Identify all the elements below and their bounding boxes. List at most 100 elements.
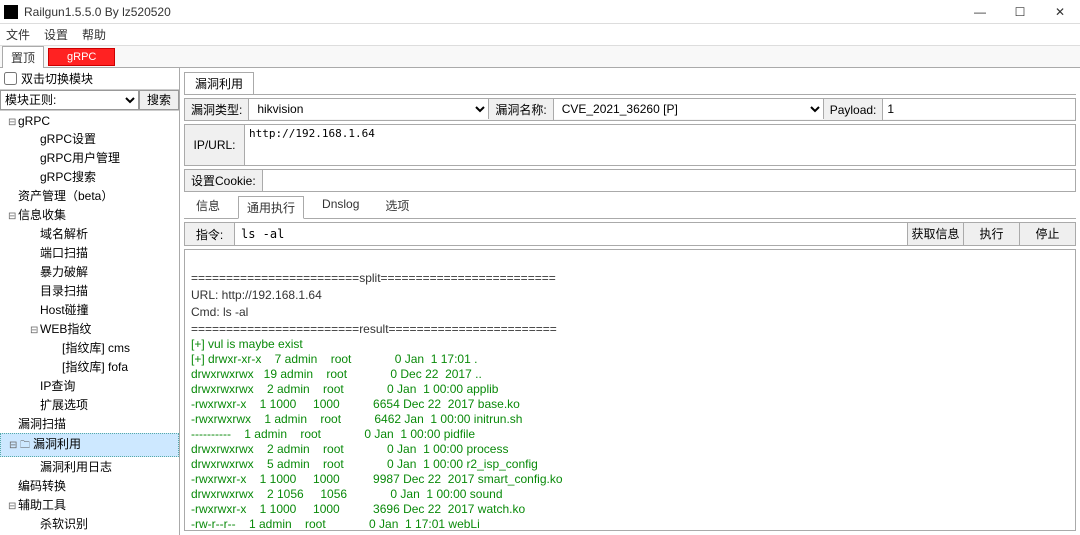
tree-node-label: 目录扫描	[40, 284, 88, 298]
expander-icon[interactable]: ⊟	[8, 211, 18, 222]
tabbar: 置顶 gRPC	[0, 46, 1080, 68]
ipurl-label: IP/URL:	[185, 125, 245, 165]
tree-node-18[interactable]: 漏洞利用日志	[0, 457, 179, 476]
expander-icon[interactable]: ⊟	[9, 440, 19, 451]
tree-node-2[interactable]: gRPC用户管理	[0, 148, 179, 167]
tree-node-12[interactable]: [指纹库] cms	[0, 338, 179, 357]
command-input[interactable]	[235, 223, 907, 245]
stop-button[interactable]: 停止	[1019, 223, 1075, 245]
tree-node-label: IP查询	[40, 379, 75, 393]
tree-node-label: WEB指纹	[40, 322, 91, 336]
tree-node-label: [指纹库] fofa	[62, 360, 128, 374]
tab-grpc[interactable]: gRPC	[48, 48, 115, 66]
output-line: [+] vul is maybe exist	[191, 337, 1069, 352]
vuln-type-select[interactable]: hikvision	[249, 99, 489, 119]
dblclick-toggle-checkbox[interactable]	[4, 72, 17, 85]
menu-file[interactable]: 文件	[6, 26, 30, 43]
inner-tab-dnslog[interactable]: Dnslog	[314, 195, 367, 218]
tree-node-label: gRPC	[18, 114, 50, 128]
tree-node-11[interactable]: ⊟WEB指纹	[0, 319, 179, 338]
tree-node-7[interactable]: 端口扫描	[0, 243, 179, 262]
cookie-label: 设置Cookie:	[185, 170, 263, 191]
module-regex-select[interactable]: 模块正则:	[0, 90, 139, 110]
minimize-button[interactable]: —	[960, 0, 1000, 24]
tree-node-0[interactable]: ⊟gRPC	[0, 113, 179, 129]
tree-node-label: 杀软识别	[40, 517, 88, 531]
output-line: [+] drwxr-xr-x 7 admin root 0 Jan 1 17:0…	[191, 352, 1069, 367]
ipurl-row: IP/URL:	[184, 124, 1076, 166]
tree-node-8[interactable]: 暴力破解	[0, 262, 179, 281]
tree-node-20[interactable]: ⊟辅助工具	[0, 495, 179, 514]
tree-node-label: gRPC用户管理	[40, 151, 120, 165]
tree-node-10[interactable]: Host碰撞	[0, 300, 179, 319]
vuln-type-label: 漏洞类型:	[185, 99, 249, 120]
output-pane[interactable]: ========================split===========…	[184, 249, 1076, 531]
tree-node-label: [指纹库] cms	[62, 341, 130, 355]
tree-node-17[interactable]: ⊟🗀漏洞利用	[0, 433, 179, 457]
tree-node-label: 漏洞扫描	[18, 417, 66, 431]
cookie-row: 设置Cookie:	[184, 169, 1076, 192]
tree-node-6[interactable]: 域名解析	[0, 224, 179, 243]
tree-node-4[interactable]: 资产管理（beta）	[0, 186, 179, 205]
tree-node-19[interactable]: 编码转换	[0, 476, 179, 495]
output-line: drwxrwxrwx 5 admin root 0 Jan 1 00:00 r2…	[191, 457, 1069, 472]
tree-node-label: gRPC搜索	[40, 170, 96, 184]
menu-help[interactable]: 帮助	[82, 26, 106, 43]
inner-tab-exec[interactable]: 通用执行	[238, 196, 304, 219]
tree-node-1[interactable]: gRPC设置	[0, 129, 179, 148]
output-line: drwxrwxrwx 2 admin root 0 Jan 1 00:00 pr…	[191, 442, 1069, 457]
sidebar-toggle-row: 双击切换模块	[0, 68, 179, 90]
tree-node-5[interactable]: ⊟信息收集	[0, 205, 179, 224]
vuln-config-row: 漏洞类型: hikvision 漏洞名称: CVE_2021_36260 [P]…	[184, 98, 1076, 121]
tree-node-label: 暴力破解	[40, 265, 88, 279]
tree-node-13[interactable]: [指纹库] fofa	[0, 357, 179, 376]
close-button[interactable]: ✕	[1040, 0, 1080, 24]
inner-tab-info[interactable]: 信息	[188, 195, 228, 218]
tree-node-label: Host碰撞	[40, 303, 89, 317]
output-line: -rwxrwxr-x 1 1000 1000 6654 Dec 22 2017 …	[191, 397, 1069, 412]
folder-icon: 🗀	[19, 438, 31, 455]
output-line: -rwxrwxrwx 1 admin root 6462 Jan 1 00:00…	[191, 412, 1069, 427]
titlebar: Railgun1.5.5.0 By lz520520 — ☐ ✕	[0, 0, 1080, 24]
payload-input[interactable]	[883, 99, 1075, 119]
search-button[interactable]: 搜索	[139, 90, 179, 110]
menu-settings[interactable]: 设置	[44, 26, 68, 43]
tree-node-label: 资产管理（beta）	[18, 189, 113, 203]
expander-icon[interactable]: ⊟	[30, 325, 40, 336]
tree-node-label: 信息收集	[18, 208, 66, 222]
output-line: ========================result==========…	[191, 322, 1069, 337]
output-line: -rw-r--r-- 1 admin root 0 Jan 1 17:01 we…	[191, 517, 1069, 531]
inner-tab-options[interactable]: 选项	[377, 195, 417, 218]
command-label: 指令:	[185, 223, 235, 245]
vuln-name-select[interactable]: CVE_2021_36260 [P]	[554, 99, 824, 119]
sidebar: 双击切换模块 模块正则: 搜索 ⊟gRPCgRPC设置gRPC用户管理gRPC搜…	[0, 68, 180, 535]
command-row: 指令: 获取信息 执行 停止	[184, 222, 1076, 246]
ipurl-textarea[interactable]	[245, 125, 1075, 165]
tree-node-label: 漏洞利用	[33, 437, 81, 451]
tree-node-label: 编码转换	[18, 479, 66, 493]
output-line: Cmd: ls -al	[191, 305, 1069, 320]
output-line: ========================split===========…	[191, 271, 1069, 286]
tree-node-3[interactable]: gRPC搜索	[0, 167, 179, 186]
expander-icon[interactable]: ⊟	[8, 117, 18, 128]
tree-node-label: 漏洞利用日志	[40, 460, 112, 474]
maximize-button[interactable]: ☐	[1000, 0, 1040, 24]
tree-node-9[interactable]: 目录扫描	[0, 281, 179, 300]
module-tree: ⊟gRPCgRPC设置gRPC用户管理gRPC搜索资产管理（beta）⊟信息收集…	[0, 111, 179, 535]
cookie-input[interactable]	[263, 171, 1075, 191]
tab-pin-top[interactable]: 置顶	[2, 46, 44, 68]
exec-button[interactable]: 执行	[963, 223, 1019, 245]
tree-node-14[interactable]: IP查询	[0, 376, 179, 395]
sidebar-filter-row: 模块正则: 搜索	[0, 90, 179, 111]
getinfo-button[interactable]: 获取信息	[907, 223, 963, 245]
exploit-subtab[interactable]: 漏洞利用	[184, 72, 254, 94]
tree-node-16[interactable]: 漏洞扫描	[0, 414, 179, 433]
expander-icon[interactable]: ⊟	[8, 501, 18, 512]
vuln-name-label: 漏洞名称:	[489, 99, 553, 120]
tree-node-label: gRPC设置	[40, 132, 96, 146]
menubar: 文件 设置 帮助	[0, 24, 1080, 46]
inner-tabs: 信息 通用执行 Dnslog 选项	[184, 195, 1076, 219]
tree-node-15[interactable]: 扩展选项	[0, 395, 179, 414]
tree-node-21[interactable]: 杀软识别	[0, 514, 179, 533]
output-line: ---------- 1 admin root 0 Jan 1 00:00 pi…	[191, 427, 1069, 442]
